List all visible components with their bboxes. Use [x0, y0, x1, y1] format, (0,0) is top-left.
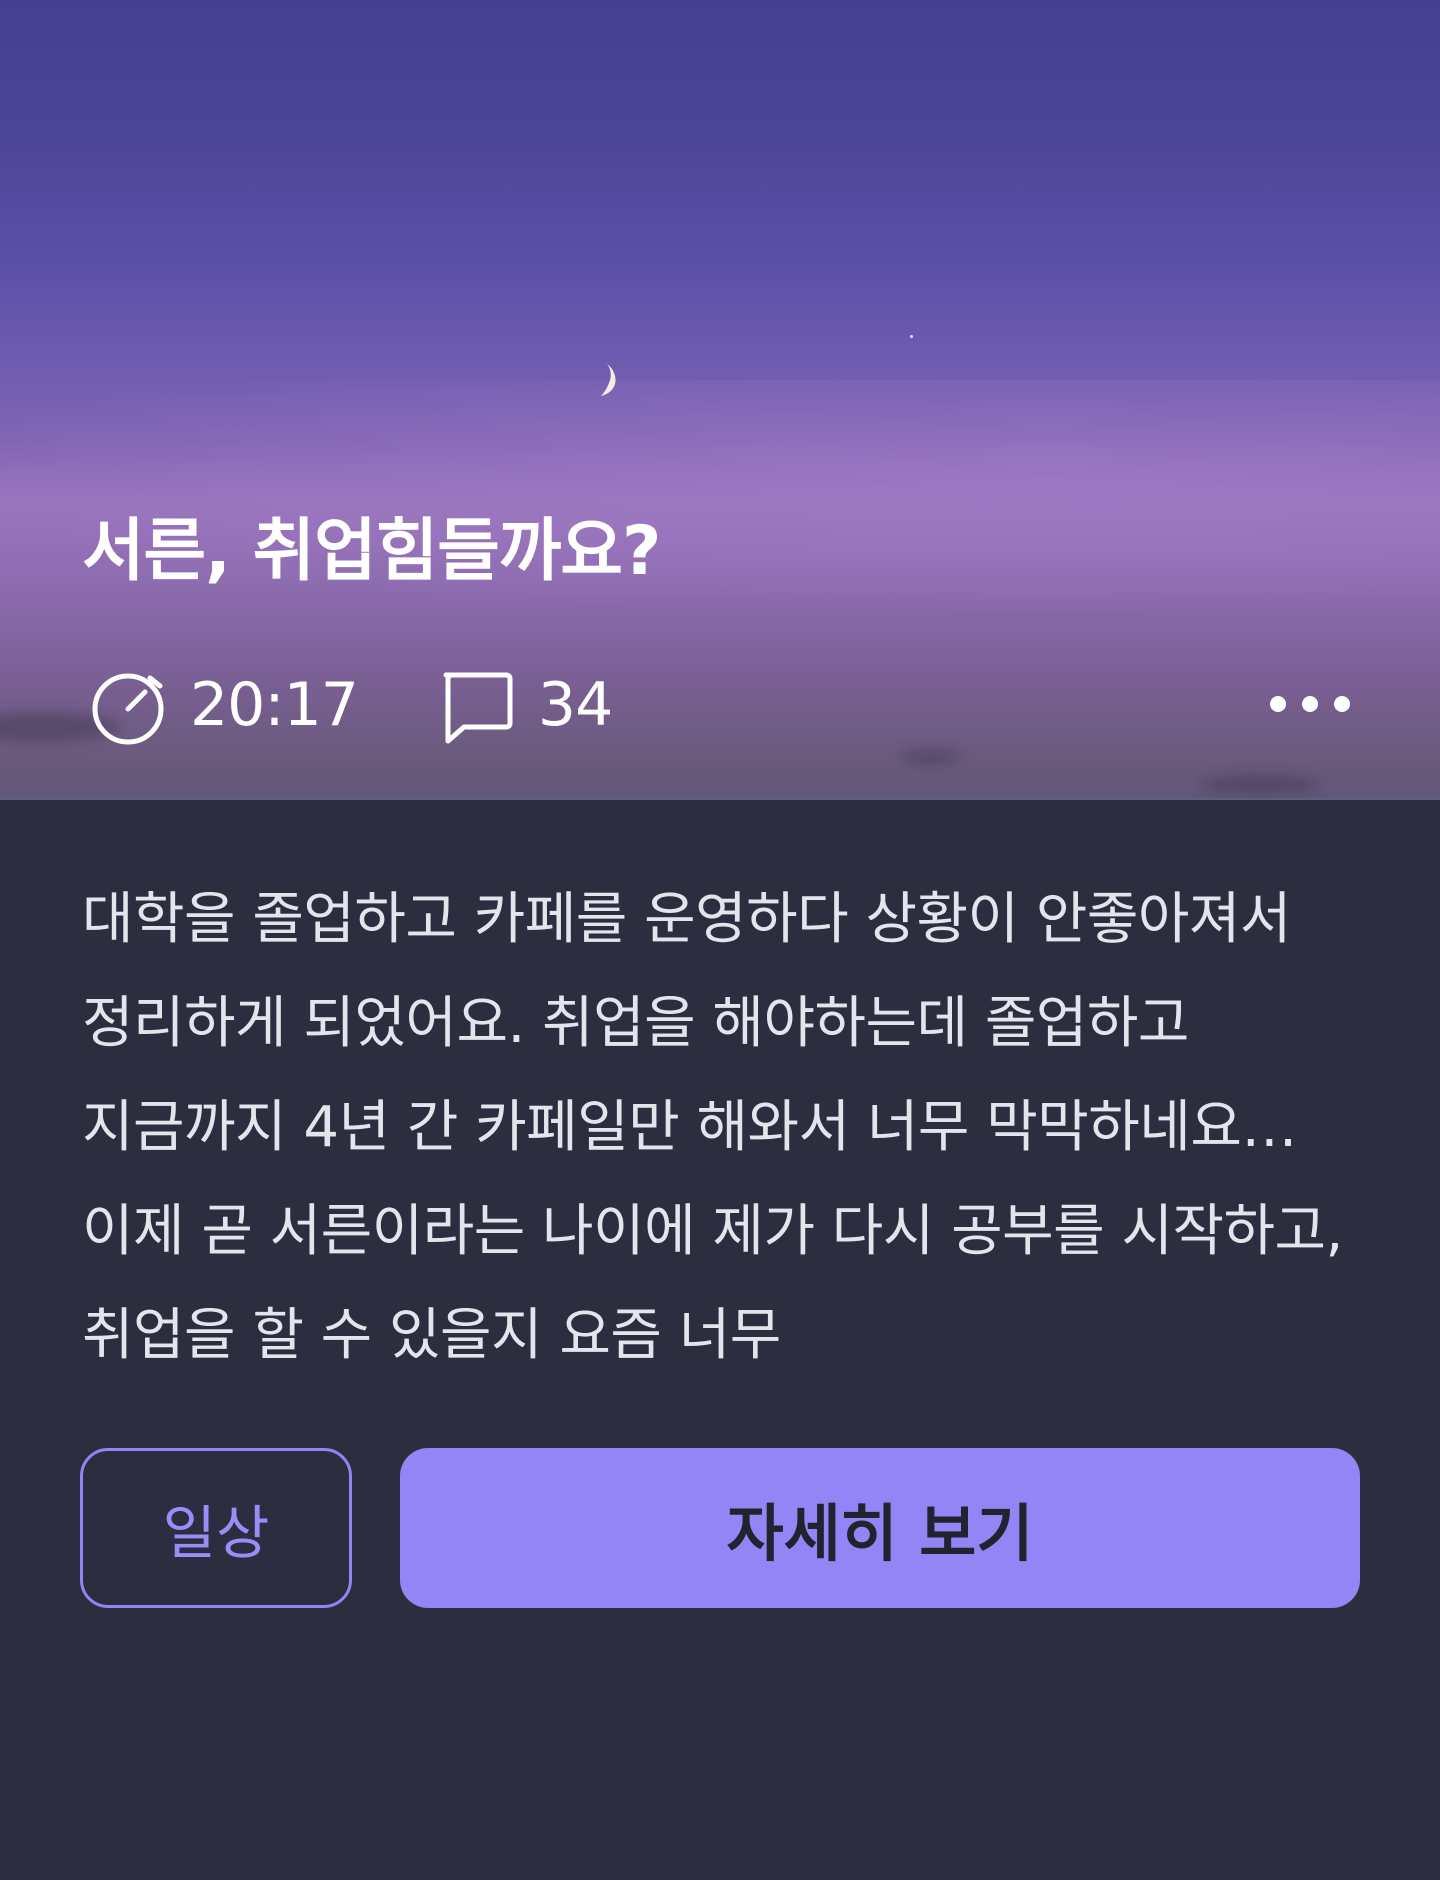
comment-count: 34 — [537, 670, 613, 740]
star — [910, 335, 913, 338]
category-tag-button[interactable]: 일상 — [80, 1448, 352, 1608]
comment-icon[interactable] — [436, 665, 516, 745]
post-title: 서른, 취업힘들까요? — [82, 512, 661, 591]
post-meta: 20:17 34 — [88, 665, 613, 745]
moon-icon — [601, 364, 616, 396]
post-excerpt: 대학을 졸업하고 카페를 운영하다 상황이 안좋아져서 정리하게 되었어요. 취… — [82, 887, 1343, 1368]
view-details-button[interactable]: 자세히 보기 — [400, 1448, 1360, 1608]
cloud — [900, 750, 960, 764]
more-options-button[interactable] — [1260, 672, 1360, 736]
post-time: 20:17 — [190, 670, 359, 740]
post-card: 서른, 취업힘들까요? 20:17 34 대학을 졸업하고 카페를 운영하다 상… — [0, 0, 1440, 1880]
cloud — [1200, 775, 1320, 795]
more-dots-icon — [1270, 696, 1350, 712]
hero-image: 서른, 취업힘들까요? 20:17 34 — [0, 0, 1440, 800]
stopwatch-icon — [88, 665, 168, 745]
